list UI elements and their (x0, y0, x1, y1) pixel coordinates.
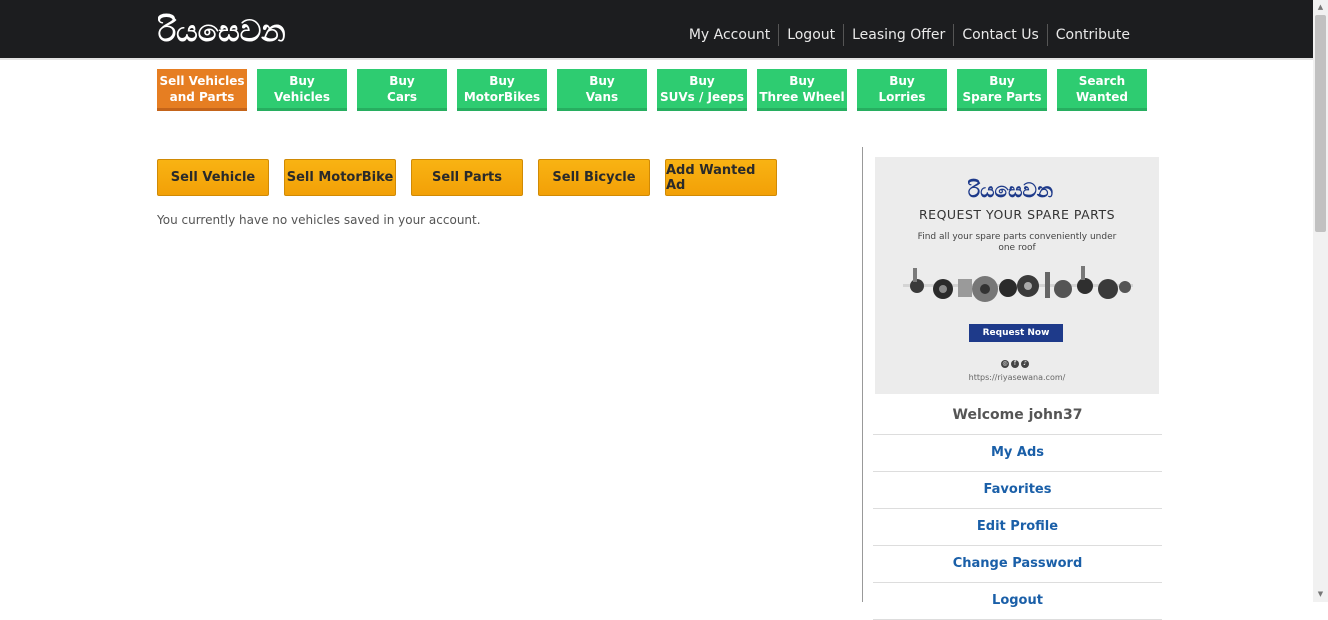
category-line1: Search (1078, 73, 1126, 88)
nav-my-account[interactable]: My Account (681, 24, 778, 46)
sell-vehicle-button[interactable]: Sell Vehicle (157, 159, 269, 196)
category-line1: Buy (589, 73, 615, 88)
scroll-up-icon[interactable]: ▲ (1313, 0, 1328, 15)
category-buy-suvs-jeeps[interactable]: Buy SUVs / Jeeps (657, 69, 747, 111)
category-nav: Sell Vehicles and Parts Buy Vehicles Buy… (157, 69, 1157, 111)
category-line2: SUVs / Jeeps (659, 89, 745, 104)
facebook-icon: f (1011, 360, 1019, 368)
top-nav: My Account Logout Leasing Offer Contact … (681, 24, 1138, 46)
category-line1: Sell Vehicles (159, 73, 245, 88)
banner-logo: රියසෙවන (968, 178, 1053, 202)
welcome-message: Welcome john37 (873, 397, 1162, 435)
category-line1: Buy (689, 73, 715, 88)
category-line2: Spare Parts (962, 89, 1042, 104)
nav-contact-us[interactable]: Contact Us (953, 24, 1046, 46)
sell-parts-button[interactable]: Sell Parts (411, 159, 523, 196)
sell-motorbike-button[interactable]: Sell MotorBike (284, 159, 396, 196)
category-buy-motorbikes[interactable]: Buy MotorBikes (457, 69, 547, 111)
category-line1: Buy (489, 73, 515, 88)
category-buy-vehicles[interactable]: Buy Vehicles (257, 69, 347, 111)
category-line2: Vehicles (274, 89, 330, 104)
tiktok-icon: ♪ (1021, 360, 1029, 368)
svg-text:රියසෙවන: රියසෙවන (158, 13, 286, 49)
spare-parts-banner[interactable]: රියසෙවන REQUEST YOUR SPARE PARTS Find al… (875, 157, 1159, 394)
category-buy-lorries[interactable]: Buy Lorries (857, 69, 947, 111)
spare-parts-image (903, 266, 1133, 302)
header-divider (0, 58, 1313, 60)
category-line2: Lorries (878, 89, 926, 104)
sidebar-item-edit-profile[interactable]: Edit Profile (873, 509, 1162, 546)
category-line2: Cars (387, 89, 417, 104)
banner-url: https://riyasewana.com/ (968, 373, 1066, 382)
sell-actions: Sell Vehicle Sell MotorBike Sell Parts S… (157, 159, 792, 196)
nav-logout[interactable]: Logout (778, 24, 843, 46)
empty-state-message: You currently have no vehicles saved in … (157, 213, 481, 227)
banner-subtitle: Find all your spare parts conveniently u… (917, 232, 1117, 253)
category-line2: and Parts (169, 89, 235, 104)
sidebar-item-my-ads[interactable]: My Ads (873, 435, 1162, 472)
category-buy-vans[interactable]: Buy Vans (557, 69, 647, 111)
banner-title: REQUEST YOUR SPARE PARTS (918, 207, 1116, 222)
category-buy-cars[interactable]: Buy Cars (357, 69, 447, 111)
instagram-icon: ◎ (1001, 360, 1009, 368)
category-line1: Buy (889, 73, 915, 88)
svg-text:රියසෙවන: රියසෙවන (968, 178, 1053, 202)
nav-leasing-offer[interactable]: Leasing Offer (843, 24, 953, 46)
sidebar-item-favorites[interactable]: Favorites (873, 472, 1162, 509)
scroll-down-icon[interactable]: ▼ (1313, 587, 1328, 602)
category-line2: Wanted (1076, 89, 1128, 104)
account-sidebar: Welcome john37 My Ads Favorites Edit Pro… (873, 397, 1162, 620)
category-line1: Buy (289, 73, 315, 88)
category-line1: Buy (389, 73, 415, 88)
banner-social-icons: ◎ f ♪ (1001, 360, 1029, 368)
category-line2: MotorBikes (463, 89, 541, 104)
add-wanted-ad-button[interactable]: Add Wanted Ad (665, 159, 777, 196)
site-logo[interactable]: රියසෙවන (158, 9, 308, 51)
category-line1: Buy (989, 73, 1015, 88)
category-line2: Vans (585, 89, 619, 104)
category-sell-vehicles-and-parts[interactable]: Sell Vehicles and Parts (157, 69, 247, 111)
sidebar-item-change-password[interactable]: Change Password (873, 546, 1162, 583)
request-now-button[interactable]: Request Now (969, 324, 1063, 342)
top-header: රියසෙවන My Account Logout Leasing Offer … (0, 0, 1313, 58)
category-buy-spare-parts[interactable]: Buy Spare Parts (957, 69, 1047, 111)
scrollbar-thumb[interactable] (1315, 15, 1326, 232)
category-line1: Buy (789, 73, 815, 88)
category-buy-three-wheel[interactable]: Buy Three Wheel (757, 69, 847, 111)
nav-contribute[interactable]: Contribute (1046, 24, 1138, 46)
sell-bicycle-button[interactable]: Sell Bicycle (538, 159, 650, 196)
column-divider (862, 147, 863, 602)
category-line2: Three Wheel (759, 89, 845, 104)
category-search-wanted[interactable]: Search Wanted (1057, 69, 1147, 111)
